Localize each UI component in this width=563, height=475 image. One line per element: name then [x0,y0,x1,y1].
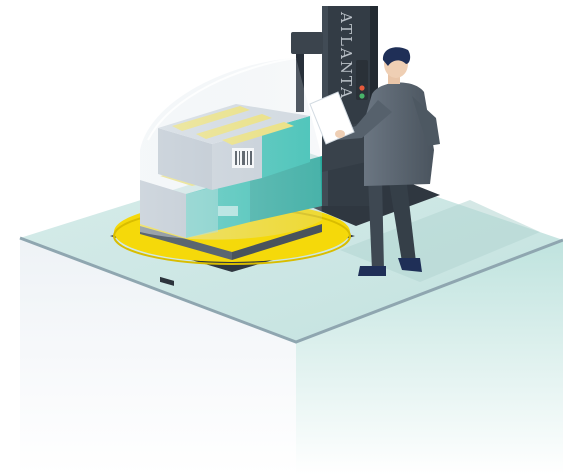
worker-jacket [364,82,434,186]
stretch-film-wrap [140,58,322,240]
machine-brand-label: ATLANTA [337,11,355,100]
worker-hand [335,130,345,138]
worker-shoe-left [358,266,386,276]
status-light-green [359,93,365,99]
status-light-red [359,85,365,91]
pallet-wrapping-illustration: ATLANTA [19,6,563,475]
film-carriage [291,32,323,54]
